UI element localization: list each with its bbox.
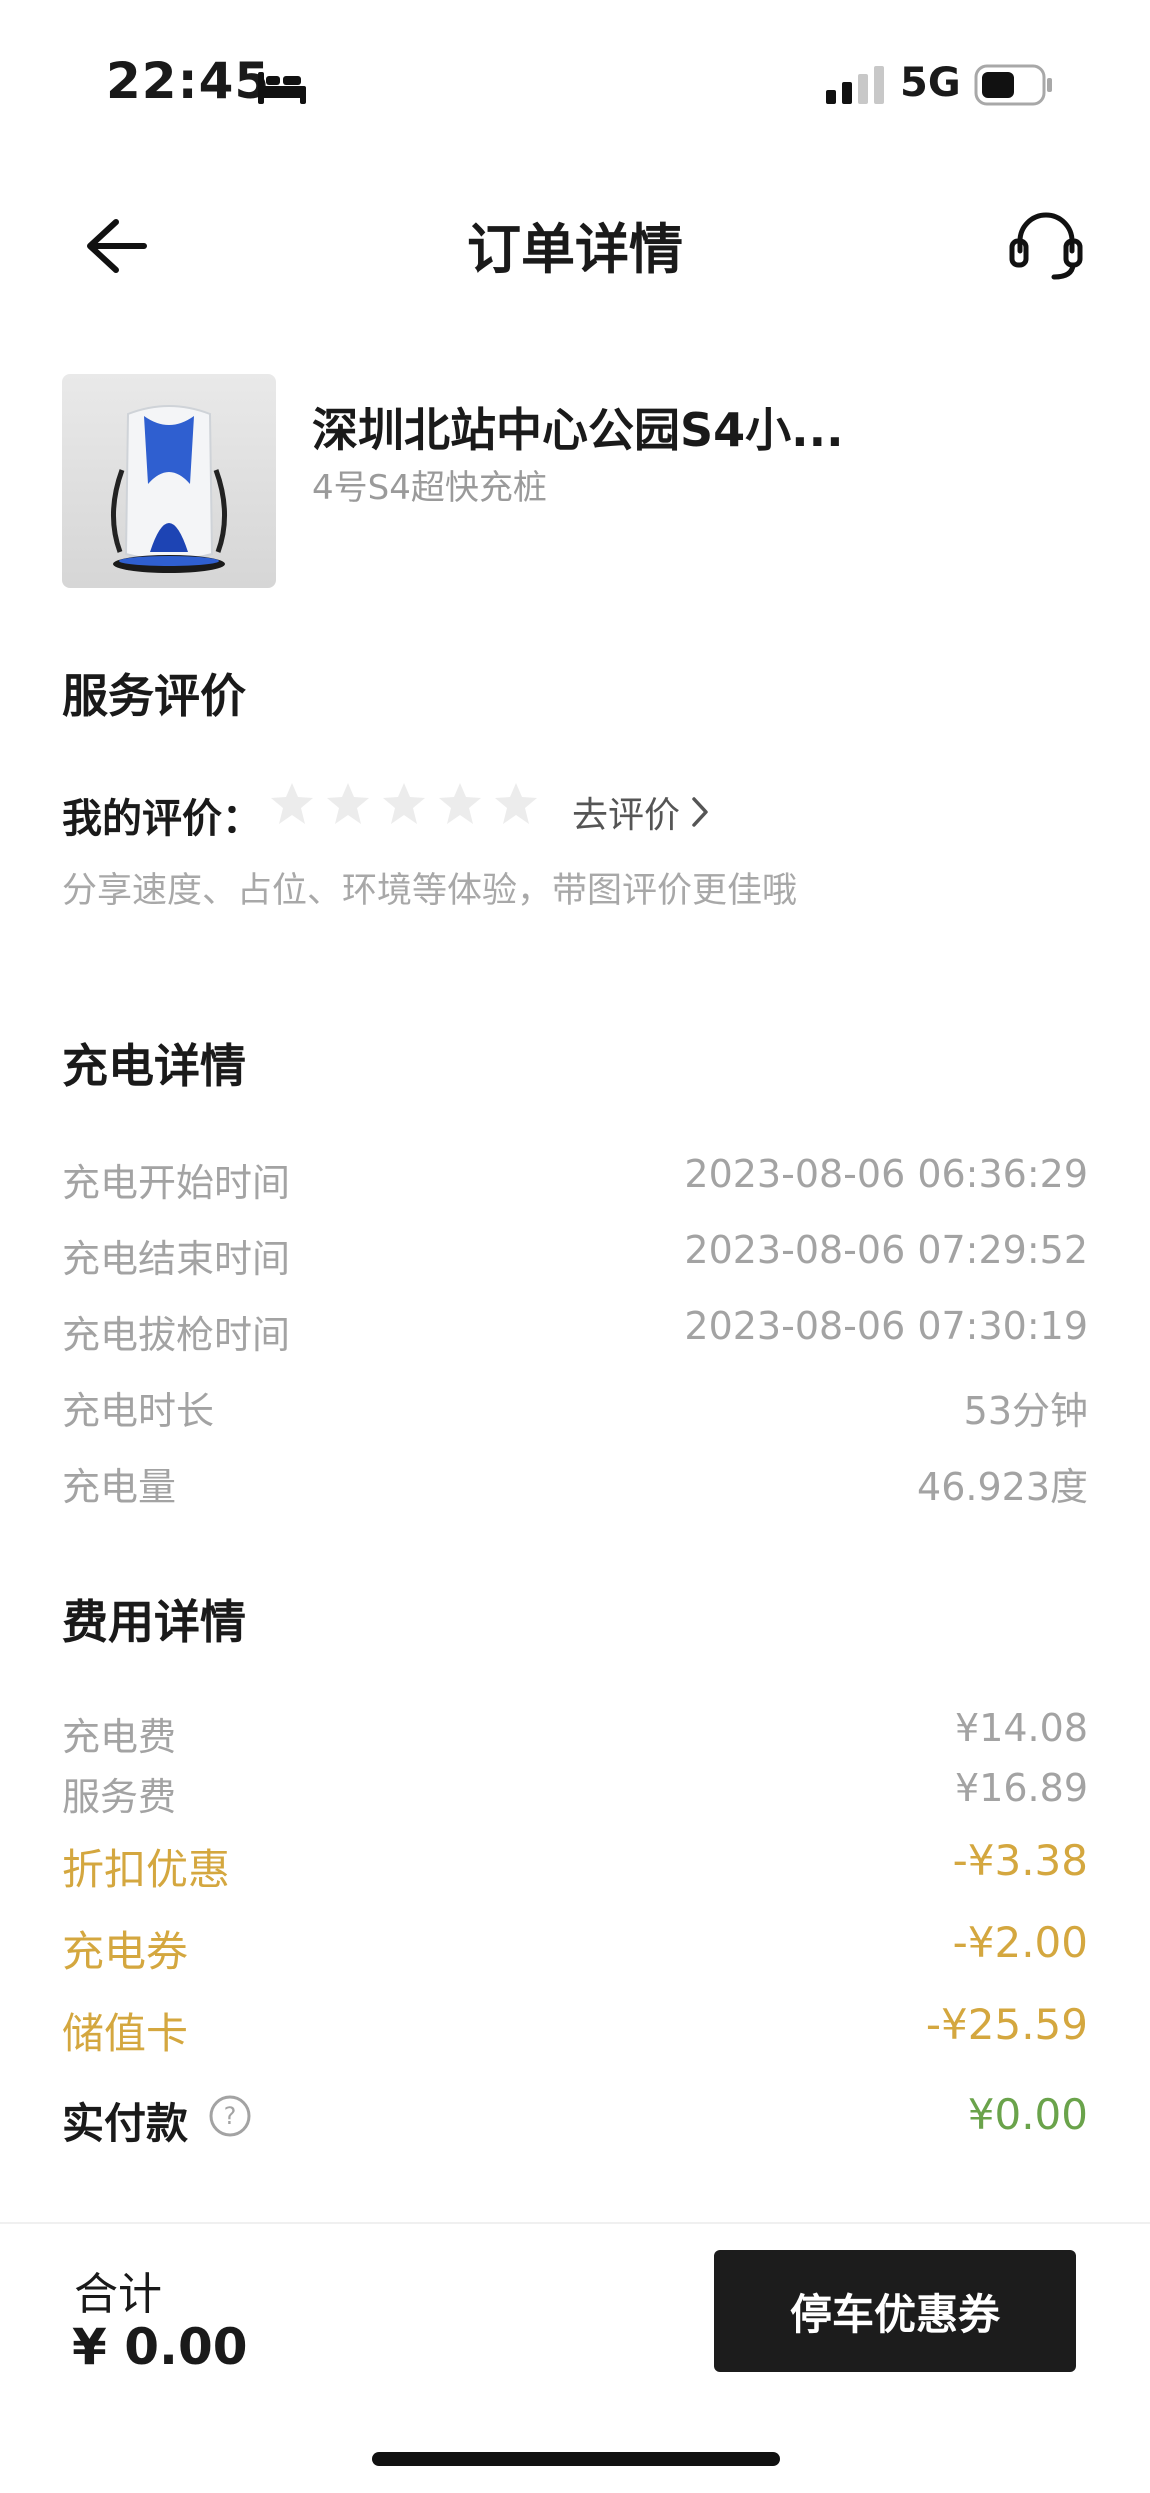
charger-name: 4号S4超快充桩 xyxy=(312,468,547,508)
charge-end-value: 2023-08-06 07:29:52 xyxy=(684,1228,1088,1272)
charging-details-title: 充电详情 xyxy=(62,1039,246,1093)
total-value: ¥ 0.00 xyxy=(72,2318,248,2376)
charge-start-value: 2023-08-06 06:36:29 xyxy=(684,1152,1088,1196)
customer-service-headset-icon[interactable] xyxy=(1006,205,1086,285)
energy-value: 46.923度 xyxy=(917,1465,1088,1509)
energy-label: 充电量 xyxy=(62,1465,177,1509)
bottom-divider xyxy=(0,2222,1150,2224)
go-review-link[interactable]: 去评价 xyxy=(572,786,710,838)
amount-paid-value: ¥0.00 xyxy=(967,2090,1088,2139)
duration-label: 充电时长 xyxy=(62,1389,215,1433)
star-icon[interactable] xyxy=(492,780,540,828)
stored-value-card-label: 储值卡 xyxy=(62,2009,189,2058)
plug-out-label: 充电拔枪时间 xyxy=(62,1313,291,1357)
parking-coupon-button[interactable]: 停车优惠券 xyxy=(714,2250,1076,2372)
svg-text:?: ? xyxy=(224,2102,237,2130)
charger-image xyxy=(62,374,276,588)
station-name[interactable]: 深圳北站中心公园S4小... xyxy=(312,394,844,460)
total-label: 合计 xyxy=(74,2269,162,2320)
duration-value: 53分钟 xyxy=(963,1389,1088,1433)
star-icon[interactable] xyxy=(324,780,372,828)
rating-stars[interactable] xyxy=(268,780,540,836)
page-title: 订单详情 xyxy=(467,218,683,281)
star-icon[interactable] xyxy=(436,780,484,828)
charge-start-label: 充电开始时间 xyxy=(62,1161,291,1205)
cellular-signal-icon xyxy=(826,66,884,104)
service-review-title: 服务评价 xyxy=(62,669,246,723)
discount-value: -¥3.38 xyxy=(952,1836,1088,1885)
star-icon[interactable] xyxy=(268,780,316,828)
star-icon[interactable] xyxy=(380,780,428,828)
my-rating-label: 我的评价： xyxy=(62,796,262,842)
charge-end-label: 充电结束时间 xyxy=(62,1237,291,1281)
discount-label: 折扣优惠 xyxy=(62,1845,231,1894)
amount-paid-label: 实付款 xyxy=(62,2099,189,2148)
go-review-label: 去评价 xyxy=(572,795,681,836)
battery-icon xyxy=(974,64,1052,106)
charging-fee-label: 充电费 xyxy=(62,1715,177,1759)
service-fee-label: 服务费 xyxy=(62,1775,177,1819)
charger-illustration xyxy=(111,405,227,573)
coupon-value: -¥2.00 xyxy=(952,1918,1088,1967)
home-indicator[interactable] xyxy=(372,2452,780,2466)
charging-fee-value: ¥14.08 xyxy=(955,1706,1088,1750)
sleep-mode-icon xyxy=(258,72,306,104)
network-type: 5G xyxy=(900,60,961,106)
fee-details-title: 费用详情 xyxy=(62,1595,246,1649)
plug-out-value: 2023-08-06 07:30:19 xyxy=(684,1304,1088,1348)
status-time: 22:45 xyxy=(106,52,271,110)
stored-value-card-value: -¥25.59 xyxy=(925,2000,1088,2049)
coupon-label: 充电券 xyxy=(62,1927,189,1976)
service-fee-value: ¥16.89 xyxy=(955,1766,1088,1810)
help-question-icon[interactable]: ? xyxy=(208,2094,252,2138)
chevron-right-icon xyxy=(692,797,708,827)
rating-hint: 分享速度、占位、环境等体验，带图评价更佳哦 xyxy=(62,871,798,911)
